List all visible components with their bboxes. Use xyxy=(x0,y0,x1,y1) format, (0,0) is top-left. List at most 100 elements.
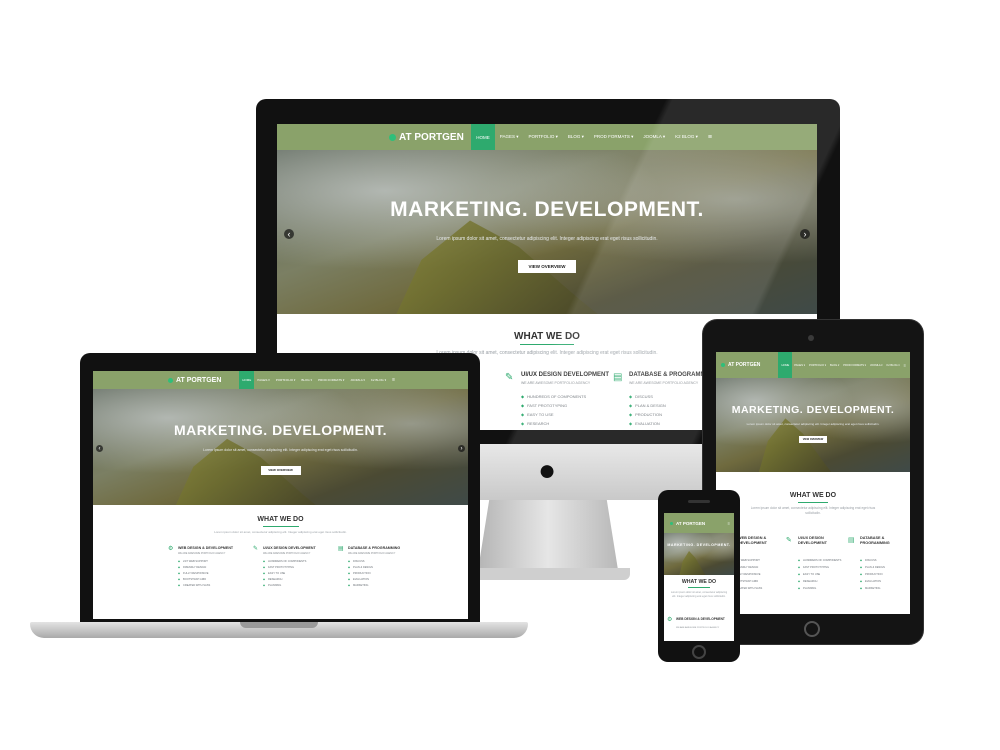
site-logo[interactable]: AT PORTGEN xyxy=(168,377,221,384)
home-button-icon[interactable] xyxy=(804,621,820,637)
nav-k2-blog[interactable]: K2 BLOG ▾ xyxy=(368,371,389,389)
hero-slider: MARKETING. DEVELOPMENT. xyxy=(664,533,734,575)
uiux-icon: ✎ xyxy=(505,372,514,383)
slider-prev-icon[interactable]: ‹ xyxy=(284,229,294,239)
service-title-web: WEB DESIGN & DEVELOPMENT xyxy=(178,546,234,550)
database-icon: ▤ xyxy=(848,537,855,544)
database-icon: ▤ xyxy=(338,546,344,552)
list-item: RESEARCH xyxy=(521,419,586,428)
hero-button[interactable]: VIEW OVERVIEW xyxy=(518,260,576,273)
what-we-do-intro: Lorem ipsum dolor sit amet, consectetur … xyxy=(750,506,876,515)
hero-subtitle: Lorem ipsum dolor sit amet, consectetur … xyxy=(436,236,658,242)
imac-foot xyxy=(470,568,630,580)
service-sub-web: WE ARE AWESOME PORTFOLIO AGENCY xyxy=(676,627,720,629)
menu-toggle-icon[interactable]: ≡ xyxy=(728,513,730,533)
nav-pages[interactable]: PAGES ▾ xyxy=(792,352,807,378)
camera-icon xyxy=(808,335,814,341)
nav-portfolio[interactable]: PORTFOLIO ▾ xyxy=(273,371,299,389)
list-item: MARKETING xyxy=(860,585,885,592)
main-menu: HOME PAGES ▾ PORTFOLIO ▾ BLOG ▾ PROD FOR… xyxy=(239,371,398,389)
nav-home[interactable]: HOME xyxy=(239,371,255,389)
what-we-do-heading: WHAT WE DO xyxy=(257,516,304,523)
list-item: EASY TO USE xyxy=(521,410,586,419)
slider-prev-icon[interactable]: ‹ xyxy=(96,445,103,452)
nav-pages[interactable]: PAGES ▾ xyxy=(495,124,524,150)
nav-blog[interactable]: BLOG ▾ xyxy=(563,124,589,150)
slider-next-icon[interactable]: › xyxy=(458,445,465,452)
hero-button[interactable]: VIEW OVERVIEW xyxy=(260,466,301,475)
menu-toggle-icon[interactable]: ≡ xyxy=(703,124,717,150)
logo-text: AT PORTGEN xyxy=(676,520,706,526)
nav-k2-blog[interactable]: K2 BLOG ▾ xyxy=(670,124,703,150)
menu-toggle-icon[interactable]: ≡ xyxy=(389,371,398,389)
list-item: DISCUSS xyxy=(860,557,885,564)
service-title-uiux: UI/UX DESIGN DEVELOPMENT xyxy=(521,372,610,378)
service-title-database: DATABASE & PROGRAMMING xyxy=(348,546,401,550)
what-we-do-heading: WHAT WE DO xyxy=(789,492,837,499)
nav-portfolio[interactable]: PORTFOLIO ▾ xyxy=(807,352,828,378)
service-list-uiux: HUNDREDS OF COMPONENTS FAST PROTOTYPING … xyxy=(798,557,841,592)
nav-home[interactable]: HOME xyxy=(471,124,495,150)
pencil-icon: ✎ xyxy=(253,546,259,552)
nav-home[interactable]: HOME xyxy=(778,352,793,378)
nav-joomla[interactable]: JOOMLA ▾ xyxy=(347,371,368,389)
what-we-do-intro: Lorem ipsum dolor sit amet, consectetur … xyxy=(214,530,347,534)
service-sub-database: WE ARE AWESOME PORTFOLIO AGENCY xyxy=(348,552,396,555)
hero-button[interactable]: VIEW OVERVIEW xyxy=(799,436,827,443)
laptop-notch xyxy=(240,622,318,628)
laptop-navbar: AT PORTGEN HOME PAGES ▾ PORTFOLIO ▾ BLOG… xyxy=(93,371,468,389)
tablet-navbar: AT PORTGEN HOME PAGES ▾ PORTFOLIO ▾ BLOG… xyxy=(716,352,910,378)
nav-joomla[interactable]: JOOMLA ▾ xyxy=(868,352,885,378)
menu-toggle-icon[interactable]: ≡ xyxy=(902,352,908,378)
gear-icon: ⚙ xyxy=(168,546,174,552)
slider-next-icon[interactable]: › xyxy=(800,229,810,239)
service-title-web: WEB DESIGN & DEVELOPMENT xyxy=(676,617,725,621)
nav-blog[interactable]: BLOG ▾ xyxy=(828,352,841,378)
hero-subtitle: Lorem ipsum dolor sit amet, consectetur … xyxy=(746,422,880,426)
site-logo[interactable]: AT PORTGEN xyxy=(721,362,760,368)
logo-text: AT PORTGEN xyxy=(176,376,222,384)
hero-title: MARKETING. DEVELOPMENT. xyxy=(174,422,387,438)
main-menu: HOME PAGES ▾ PORTFOLIO ▾ BLOG ▾ PROD FOR… xyxy=(471,124,717,150)
heading-underline xyxy=(688,587,710,588)
logo-mark-icon xyxy=(168,377,173,383)
service-title-web: WEB DESIGN & DEVELOPMENT xyxy=(738,536,767,545)
hero-slider: MARKETING. DEVELOPMENT. Lorem ipsum dolo… xyxy=(93,389,468,505)
hero-mountain xyxy=(168,438,337,505)
nav-pages[interactable]: PAGES ▾ xyxy=(254,371,272,389)
site-logo[interactable]: AT PORTGEN xyxy=(389,132,464,143)
hero-slider: MARKETING. DEVELOPMENT. Lorem ipsum dolo… xyxy=(716,378,910,472)
main-menu: HOME PAGES ▾ PORTFOLIO ▾ BLOG ▾ PROD FOR… xyxy=(778,352,908,378)
service-list-web: 24/7 WEB SUPPORT FRIENDLY DESIGN FULLY R… xyxy=(178,559,210,589)
nav-prod-formats[interactable]: PROD FORMATS ▾ xyxy=(841,352,868,378)
site-logo[interactable]: AT PORTGEN xyxy=(670,521,705,526)
nav-prod-formats[interactable]: PROD FORMATS ▾ xyxy=(589,124,638,150)
database-icon: ▤ xyxy=(613,372,623,383)
list-item: FAST PROTOTYPING xyxy=(521,401,586,410)
list-item: HUNDREDS OF COMPONENTS xyxy=(521,392,586,401)
nav-prod-formats[interactable]: PROD FORMATS ▾ xyxy=(315,371,347,389)
service-list-database: DISCUSS PLAN & DESIGN PRODUCTION EVALUAT… xyxy=(629,392,666,428)
apple-logo-icon: ● xyxy=(537,454,557,487)
hero-title: MARKETING. DEVELOPMENT. xyxy=(731,404,895,416)
list-item: PLANNING xyxy=(263,583,306,589)
nav-k2-blog[interactable]: K2 BLOG ▾ xyxy=(885,352,902,378)
logo-text: AT PORTGEN xyxy=(728,362,761,368)
nav-blog[interactable]: BLOG ▾ xyxy=(298,371,315,389)
hero-slider: MARKETING. DEVELOPMENT. Lorem ipsum dolo… xyxy=(277,150,817,314)
nav-portfolio[interactable]: PORTFOLIO ▾ xyxy=(523,124,562,150)
heading-underline xyxy=(520,344,574,345)
hero-mountain xyxy=(678,551,710,575)
gear-icon: ⚙ xyxy=(667,617,673,623)
list-item: RESEARCH xyxy=(798,578,841,585)
list-item: PRODUCTION xyxy=(629,410,666,419)
service-list-uiux: HUNDREDS OF COMPONENTS FAST PROTOTYPING … xyxy=(263,559,306,589)
list-item: DISCUSS xyxy=(629,392,666,401)
list-item: CREATED WITH SASS xyxy=(178,583,210,589)
nav-joomla[interactable]: JOOMLA ▾ xyxy=(638,124,670,150)
service-sub-uiux: WE ARE AWESOME PORTFOLIO AGENCY xyxy=(521,381,591,385)
list-item: EVALUATION xyxy=(860,578,885,585)
hero-title: MARKETING. DEVELOPMENT. xyxy=(667,543,731,547)
heading-underline xyxy=(262,526,299,527)
home-button-icon[interactable] xyxy=(692,645,706,659)
